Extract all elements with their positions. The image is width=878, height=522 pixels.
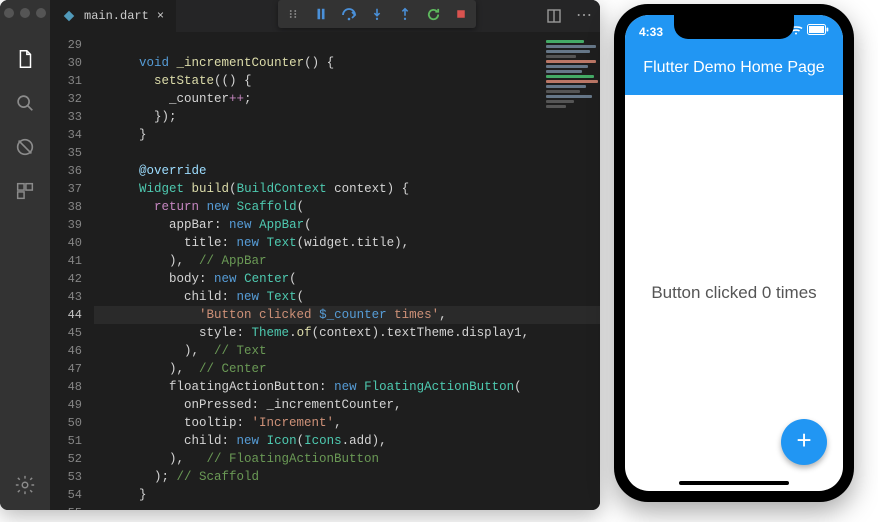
minimap[interactable]	[542, 32, 600, 202]
tab-label: main.dart	[84, 9, 149, 23]
tab-main-dart[interactable]: main.dart ×	[50, 0, 176, 32]
close-icon[interactable]: ×	[157, 9, 164, 23]
step-out-icon[interactable]	[396, 5, 414, 23]
stop-icon[interactable]	[452, 5, 470, 23]
step-into-icon[interactable]	[368, 5, 386, 23]
settings-gear-icon[interactable]	[12, 472, 38, 498]
more-icon[interactable]: ⋯	[576, 8, 592, 24]
battery-icon	[807, 24, 829, 35]
debug-toolbar[interactable]	[278, 0, 476, 28]
app-bar: Flutter Demo Home Page	[625, 57, 843, 95]
plus-icon: +	[796, 427, 812, 457]
device-notch	[674, 15, 794, 39]
editor-area: main.dart ×	[50, 0, 600, 510]
pause-icon[interactable]	[312, 5, 330, 23]
vscode-window: main.dart ×	[0, 0, 600, 510]
debug-icon[interactable]	[12, 134, 38, 160]
explorer-icon[interactable]	[12, 46, 38, 72]
activity-bar	[0, 0, 50, 510]
simulator-screen[interactable]: 4:33 Flutter Demo Home Page Butto	[625, 15, 843, 491]
window-controls[interactable]	[4, 6, 46, 28]
iphone-simulator: 4:33 Flutter Demo Home Page Butto	[614, 4, 854, 502]
code-editor[interactable]: 2930313233343536373839404142434445464748…	[50, 32, 600, 510]
fab-add-button[interactable]: +	[781, 419, 827, 465]
counter-text: Button clicked 0 times	[651, 283, 816, 303]
app-bar-title: Flutter Demo Home Page	[643, 59, 824, 77]
dart-file-icon	[62, 9, 76, 23]
status-time: 4:33	[639, 25, 663, 39]
code-content[interactable]: void _incrementCounter() { setState(() {…	[90, 32, 600, 510]
search-icon[interactable]	[12, 90, 38, 116]
home-indicator[interactable]	[679, 481, 789, 485]
extensions-icon[interactable]	[12, 178, 38, 204]
split-editor-icon[interactable]	[546, 8, 562, 24]
restart-icon[interactable]	[424, 5, 442, 23]
line-gutter: 2930313233343536373839404142434445464748…	[50, 32, 90, 510]
drag-handle-icon[interactable]	[284, 5, 302, 23]
step-over-icon[interactable]	[340, 5, 358, 23]
tab-bar: main.dart ×	[50, 0, 600, 32]
